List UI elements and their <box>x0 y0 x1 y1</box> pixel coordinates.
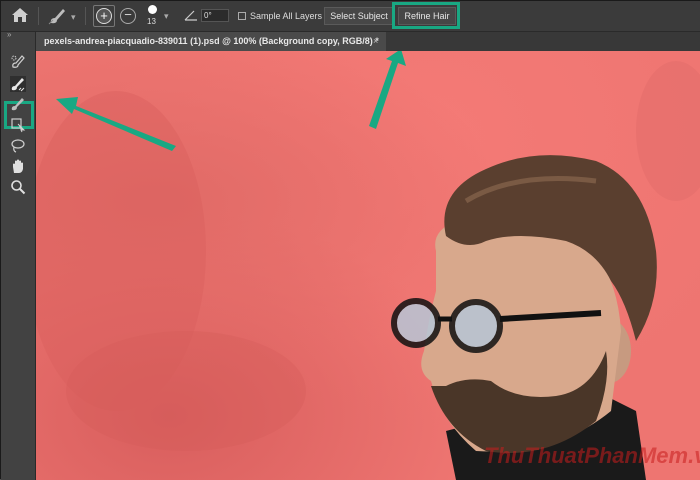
document-tab[interactable]: pexels-andrea-piacquadio-839011 (1).psd … <box>36 32 386 51</box>
subtract-from-selection-icon[interactable]: − <box>120 8 136 24</box>
document-tab-bar: pexels-andrea-piacquadio-839011 (1).psd … <box>36 32 700 51</box>
refine-hair-highlight-box <box>392 2 460 29</box>
refine-edge-brush-preset-icon[interactable] <box>47 6 69 26</box>
sample-all-layers-label: Sample All Layers <box>250 11 323 21</box>
preset-dropdown-chevron-icon[interactable]: ▾ <box>71 12 76 23</box>
object-selection-icon[interactable] <box>10 117 26 133</box>
document-tab-title: pexels-andrea-piacquadio-839011 (1).psd … <box>44 36 379 46</box>
options-bar: ▾ + − 13 ▾ 0° Sample All Layers Select S… <box>1 1 700 32</box>
angle-input[interactable]: 0° <box>201 9 229 22</box>
brush-tip-icon[interactable] <box>148 5 157 14</box>
tools-panel: » <box>1 30 36 480</box>
hand-icon[interactable] <box>10 158 26 174</box>
zoom-icon[interactable] <box>10 179 26 195</box>
quick-selection-icon[interactable] <box>10 54 26 70</box>
separator <box>85 7 86 25</box>
sample-all-layers-checkbox[interactable] <box>238 12 246 20</box>
brush-icon[interactable] <box>10 96 26 112</box>
image-canvas[interactable]: ThuThuatPhanMem.vn <box>36 51 700 480</box>
brush-size-value: 13 <box>147 17 156 26</box>
angle-icon <box>184 10 197 21</box>
lasso-icon[interactable] <box>10 138 26 154</box>
annotation-arrows <box>56 51 406 151</box>
select-subject-button[interactable]: Select Subject <box>324 7 394 25</box>
close-tab-icon[interactable]: × <box>373 36 378 46</box>
separator <box>38 7 39 25</box>
app-window: ▾ + − 13 ▾ 0° Sample All Layers Select S… <box>0 0 700 480</box>
watermark-text: ThuThuatPhanMem.vn <box>484 443 700 468</box>
brush-options-chevron-icon[interactable]: ▾ <box>164 11 169 22</box>
refine-edge-brush-icon[interactable] <box>10 76 26 92</box>
add-to-selection-icon[interactable]: + <box>96 8 112 24</box>
collapse-panel-icon[interactable]: » <box>7 30 11 39</box>
home-icon[interactable] <box>11 7 29 23</box>
